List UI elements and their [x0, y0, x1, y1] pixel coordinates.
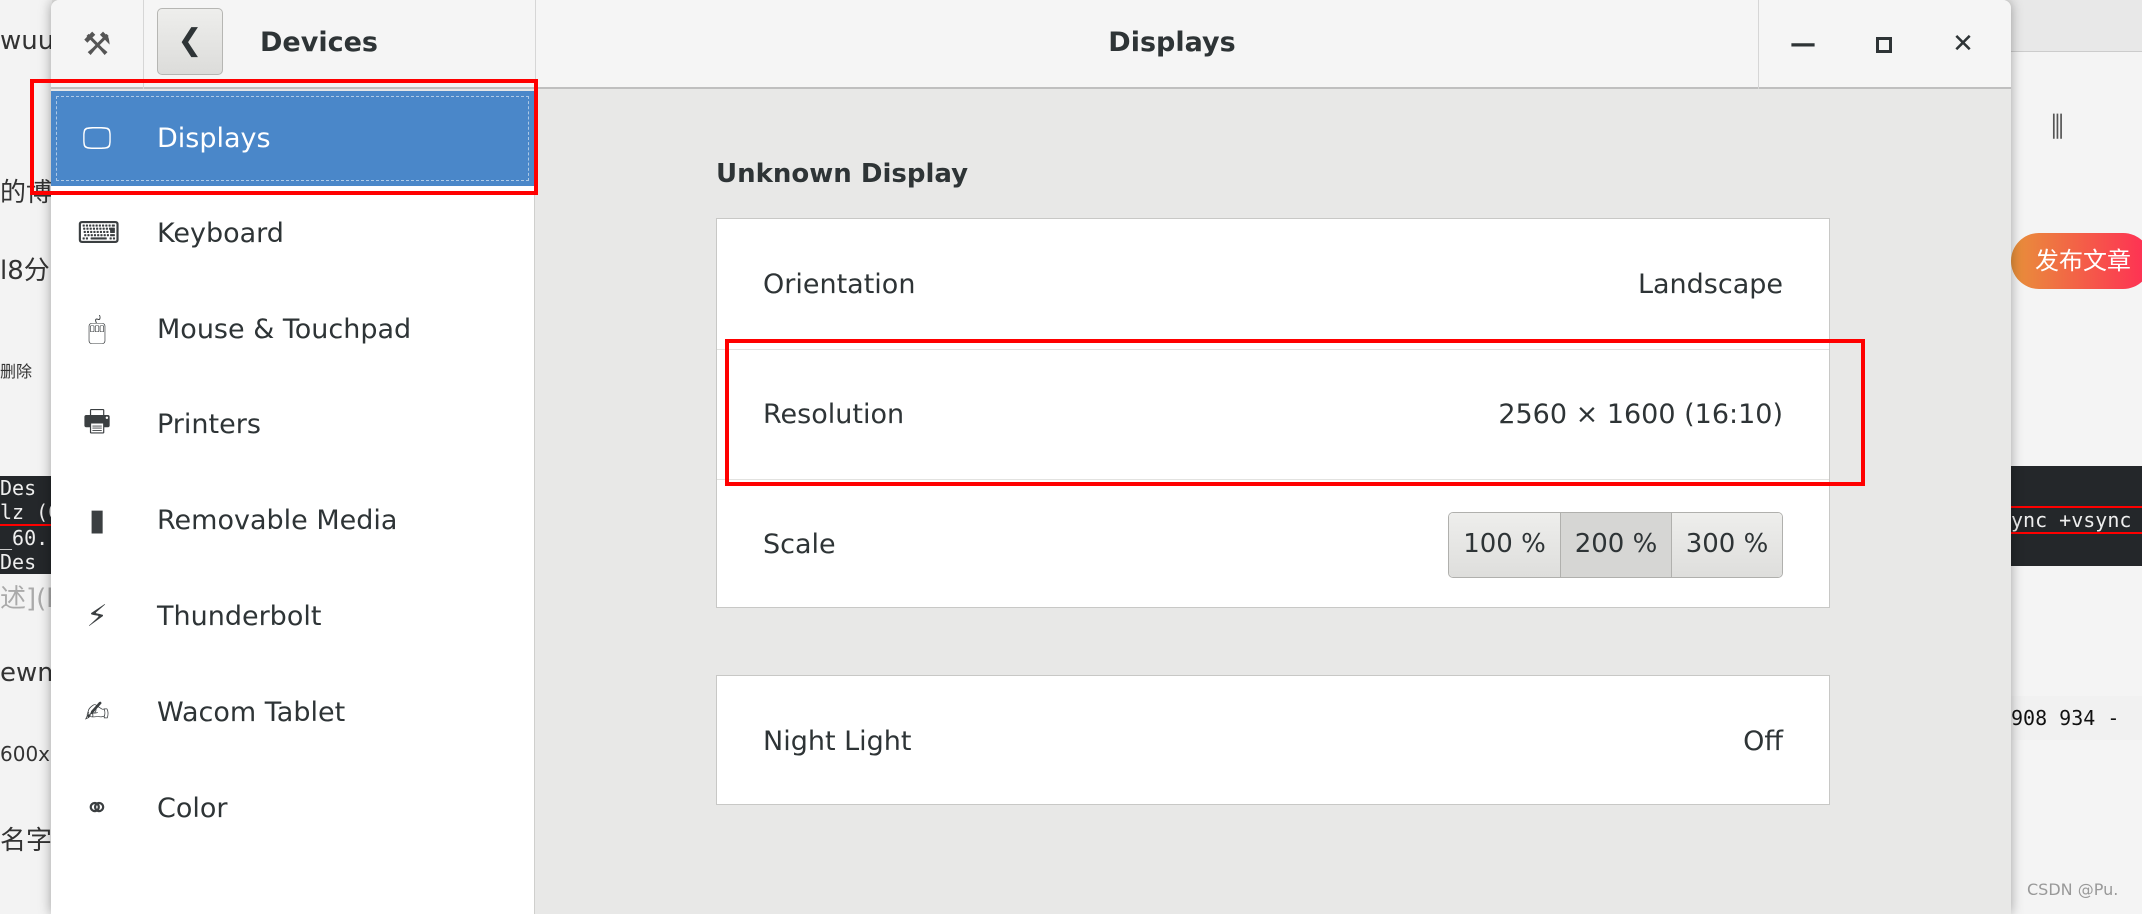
bg-text: lz (C	[0, 500, 52, 524]
minimize-icon: —	[1790, 29, 1816, 59]
orientation-row[interactable]: Orientation Landscape	[717, 219, 1829, 349]
close-button[interactable]: ✕	[1943, 24, 1983, 64]
night-light-row[interactable]: Night Light Off	[717, 676, 1829, 806]
bg-text: 的博客	[0, 178, 52, 208]
bg-text: 600x	[0, 742, 51, 766]
sidebar-item-label: Mouse & Touchpad	[157, 314, 412, 345]
page-title: Displays	[1108, 27, 1236, 58]
scale-row: Scale 100 % 200 % 300 %	[717, 479, 1829, 609]
close-icon: ✕	[1952, 29, 1974, 59]
keyboard-icon: ⌨	[77, 216, 121, 251]
scale-label: Scale	[763, 529, 836, 560]
bg-text: 述](ht	[0, 584, 52, 614]
sidebar-title: Devices	[260, 27, 378, 58]
sidebar-item-keyboard[interactable]: ⌨ Keyboard	[51, 186, 534, 281]
sidebar-item-printers[interactable]: 🖶 Printers	[51, 377, 534, 472]
publish-article-button[interactable]: 发布文章	[2011, 233, 2142, 289]
bg-text: ync +vsync	[2011, 506, 2142, 534]
usb-drive-icon: ▮	[88, 503, 106, 538]
bg-text: 908 934 -	[2011, 696, 2142, 740]
printer-icon: 🖶	[82, 404, 112, 439]
library-icon: ⫼	[2051, 110, 2064, 143]
orientation-value[interactable]: Landscape	[1638, 269, 1783, 300]
sidebar-item-label: Displays	[157, 123, 271, 154]
bg-text: Des	[0, 550, 52, 574]
maximize-button[interactable]	[1864, 24, 1904, 64]
thunderbolt-icon: ⚡	[86, 599, 108, 634]
night-light-label: Night Light	[763, 725, 912, 757]
sidebar-item-label: Color	[157, 793, 228, 824]
settings-window: ⚒ ❮ Devices Displays — ✕ 🖵 Displays ⌨ Keyb…	[51, 0, 2011, 914]
watermark: CSDN @Pu.	[2027, 880, 2119, 899]
bg-text: ewmo	[0, 658, 52, 688]
chevron-left-icon: ❮	[177, 23, 203, 58]
display-icon: 🖵	[82, 121, 112, 156]
displays-panel: Unknown Display Orientation Landscape Re…	[536, 91, 2011, 914]
bg-text: l8分	[0, 256, 50, 286]
display-settings-box: Orientation Landscape Resolution 2560 × …	[716, 218, 1830, 608]
scale-selector[interactable]: 100 % 200 % 300 %	[1448, 511, 1783, 578]
sidebar-item-wacom-tablet[interactable]: ✍ Wacom Tablet	[51, 665, 534, 760]
scale-100-button[interactable]: 100 %	[1449, 512, 1560, 577]
mouse-icon: 🖱	[88, 312, 106, 347]
back-button[interactable]: ❮	[157, 8, 223, 75]
minimize-button[interactable]: —	[1783, 24, 1823, 64]
bg-text: wuu	[0, 26, 52, 56]
night-light-value: Off	[1743, 725, 1783, 757]
sidebar-item-label: Thunderbolt	[157, 601, 322, 632]
orientation-label: Orientation	[763, 268, 916, 300]
night-light-box: Night Light Off	[716, 675, 1830, 805]
sidebar-item-label: Wacom Tablet	[157, 697, 346, 728]
sidebar-item-label: Removable Media	[157, 505, 398, 536]
resolution-row[interactable]: Resolution 2560 × 1600 (16:10)	[717, 349, 1829, 479]
sidebar-item-mouse-touchpad[interactable]: 🖱 Mouse & Touchpad	[51, 282, 534, 377]
sidebar-item-color[interactable]: ⚭ Color	[51, 761, 534, 856]
sidebar-item-thunderbolt[interactable]: ⚡ Thunderbolt	[51, 569, 534, 664]
bg-text: 名字	[0, 826, 52, 856]
scale-300-button[interactable]: 300 %	[1671, 512, 1782, 577]
bg-text: Des	[0, 476, 52, 500]
background-browser-right: ⫼ 发布文章 ync +vsync 908 934 - CSDN @Pu.	[2011, 0, 2142, 914]
tools-icon: ⚒	[82, 25, 112, 63]
bg-text: _60.	[0, 524, 52, 552]
header-bar: ⚒ ❮ Devices Displays — ✕	[51, 0, 2011, 89]
bg-text: 删除	[0, 362, 33, 381]
display-name: Unknown Display	[716, 159, 969, 189]
background-browser-left: wuu 的博客 l8分 删除 Des lz (C _60. Des 述](ht …	[0, 0, 52, 914]
sidebar-item-label: Keyboard	[157, 218, 284, 249]
bg-tabbar	[2011, 0, 2142, 52]
tablet-icon: ✍	[84, 695, 110, 730]
color-icon: ⚭	[84, 791, 110, 826]
scale-200-button[interactable]: 200 %	[1560, 512, 1671, 577]
maximize-icon	[1876, 36, 1892, 53]
sidebar-item-removable-media[interactable]: ▮ Removable Media	[51, 473, 534, 568]
sidebar: 🖵 Displays ⌨ Keyboard 🖱 Mouse & Touchpad 🖶 P…	[51, 91, 535, 914]
sidebar-item-displays[interactable]: 🖵 Displays	[51, 91, 534, 186]
sidebar-item-label: Printers	[157, 409, 261, 440]
resolution-value[interactable]: 2560 × 1600 (16:10)	[1498, 399, 1783, 430]
resolution-label: Resolution	[763, 399, 905, 430]
